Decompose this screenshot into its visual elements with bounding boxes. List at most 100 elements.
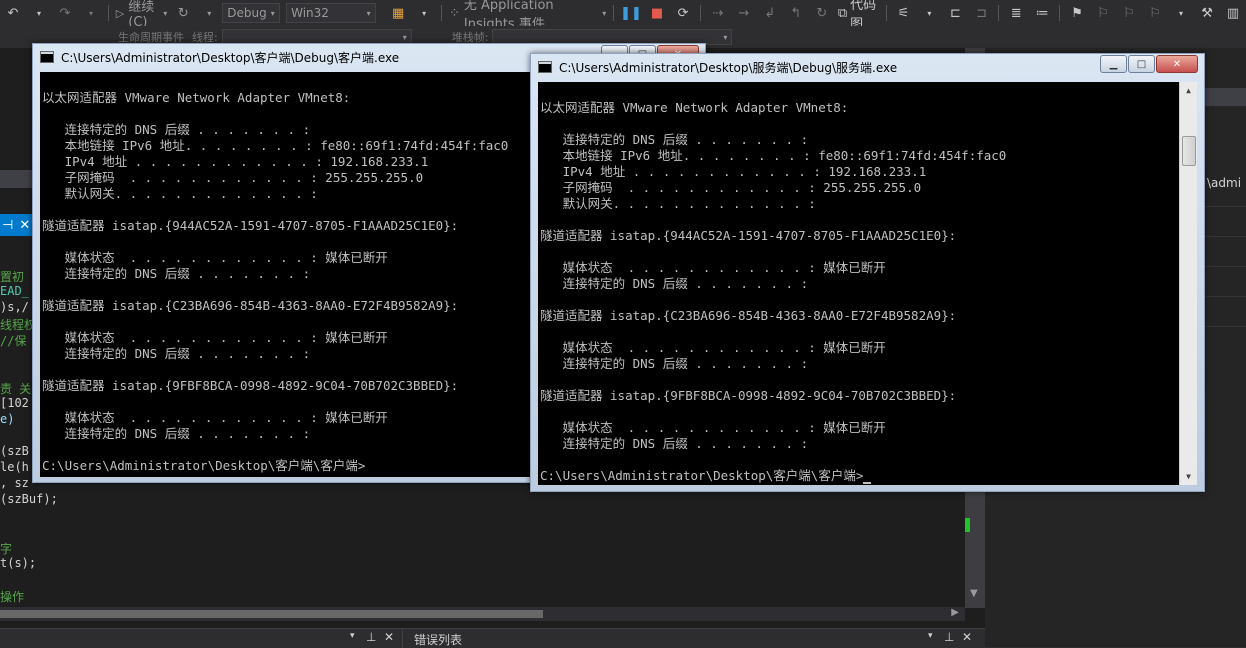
text-cursor	[863, 482, 872, 484]
chevron-down-icon: ▾	[366, 8, 371, 18]
console-line: 媒体状态 . . . . . . . . . . . . : 媒体已断开	[540, 260, 886, 275]
server-console-window[interactable]: C:\Users\Administrator\Desktop\服务端\Debug…	[530, 53, 1205, 492]
change-marker	[965, 518, 970, 532]
toolbar-separator	[1059, 5, 1061, 21]
pause-icon[interactable]: ❚❚	[618, 2, 644, 24]
panel-tab[interactable]	[1205, 88, 1246, 106]
chevron-down-icon[interactable]: ▾	[350, 631, 355, 641]
attach-process-icon[interactable]: ▦	[385, 2, 411, 24]
toolbar-separator	[885, 5, 887, 21]
editor-horizontal-scrollbar[interactable]: ▶	[0, 607, 965, 621]
refresh-dropdown-icon[interactable]: ▾	[196, 2, 222, 24]
more-icon[interactable]: ▥	[1220, 2, 1246, 24]
prev-bookmark-icon[interactable]: ⚐	[1090, 2, 1116, 24]
close-icon[interactable]: ✕	[384, 630, 394, 644]
panel-row	[1205, 326, 1246, 327]
breakpoint-settings-icon[interactable]: ⚟	[890, 2, 916, 24]
toolbar-separator	[700, 5, 701, 21]
console-text: 以太网适配器 VMware Network Adapter VMnet8: 连接…	[540, 84, 1006, 484]
pinned-tab[interactable]: ⊣ ✕	[0, 214, 36, 236]
tools-icon[interactable]: ⚒	[1194, 2, 1220, 24]
scroll-down-icon[interactable]: ▼	[970, 588, 978, 599]
scrollbar-thumb[interactable]	[0, 610, 543, 618]
toolbar-separator	[108, 5, 109, 21]
close-button[interactable]: ✕	[1156, 55, 1198, 73]
code-line: le(h	[0, 460, 29, 474]
next-bookmark-icon[interactable]: ⚐	[1116, 2, 1142, 24]
console-vertical-scrollbar[interactable]: ▲ ▼	[1179, 82, 1197, 485]
undo-icon[interactable]: ↶	[0, 2, 26, 24]
window-title: C:\Users\Administrator\Desktop\客户端\Debug…	[61, 50, 400, 65]
application-insights-button[interactable]: ⁘ 无 Application Insights 事件 ▾	[446, 0, 609, 32]
chevron-down-icon: ▾	[402, 32, 407, 42]
bookmark-icon[interactable]: ⚑	[1064, 2, 1090, 24]
chevron-down-icon: ▾	[270, 8, 275, 18]
console-line: 连接特定的 DNS 后缀 . . . . . . . :	[42, 266, 311, 281]
continue-button[interactable]: ▷ 继续(C) ▾	[113, 0, 170, 30]
scroll-right-icon[interactable]: ▶	[951, 607, 959, 618]
configuration-select[interactable]: Debug ▾	[222, 3, 280, 23]
console-line: 连接特定的 DNS 后缀 . . . . . . . :	[540, 132, 809, 147]
console-line: 连接特定的 DNS 后缀 . . . . . . . :	[540, 436, 809, 451]
redo-icon[interactable]: ↷	[52, 2, 78, 24]
align-left-icon[interactable]: ⊏	[942, 2, 968, 24]
pin-icon[interactable]: ⊣	[2, 218, 13, 233]
close-icon[interactable]: ✕	[19, 218, 30, 233]
code-line: t(s);	[0, 556, 37, 570]
minimize-button[interactable]: ▁	[1100, 55, 1127, 73]
console-line: C:\Users\Administrator\Desktop\客户端\客户端>	[540, 468, 1006, 484]
hot-reload-icon[interactable]: ↻	[809, 2, 835, 24]
window-controls: ▁ □ ✕	[1099, 55, 1198, 73]
scroll-down-icon[interactable]: ▼	[1180, 468, 1197, 485]
path-fragment: \admi	[1207, 176, 1242, 190]
breakpoint-dropdown-icon[interactable]: ▾	[916, 2, 942, 24]
step-over-icon[interactable]: →	[731, 2, 757, 24]
console-line: 媒体状态 . . . . . . . . . . . . : 媒体已断开	[42, 250, 388, 265]
console-line: 本地链接 IPv6 地址. . . . . . . . : fe80::69f1…	[540, 148, 1007, 163]
toolbar-separator	[441, 5, 442, 21]
play-icon: ▷	[115, 6, 125, 20]
platform-select[interactable]: Win32 ▾	[286, 3, 376, 23]
attach-dropdown-icon[interactable]: ▾	[411, 2, 437, 24]
close-icon[interactable]: ✕	[962, 630, 972, 644]
comment-icon[interactable]: ≣	[1003, 2, 1029, 24]
code-line: (szB	[0, 444, 29, 458]
console-output[interactable]: 以太网适配器 VMware Network Adapter VMnet8: 连接…	[538, 82, 1197, 485]
step-out-icon[interactable]: ↰	[783, 2, 809, 24]
error-list-tab[interactable]: 错误列表	[414, 631, 462, 648]
align-right-icon[interactable]: ⊐	[968, 2, 994, 24]
step-into-icon[interactable]: ↲	[757, 2, 783, 24]
stop-icon[interactable]: ■	[644, 2, 670, 24]
panel-row	[1205, 266, 1246, 267]
code-line: , sz	[0, 476, 29, 490]
console-line: 连接特定的 DNS 后缀 . . . . . . . :	[42, 346, 311, 361]
refresh-icon[interactable]: ↻	[170, 2, 196, 24]
pin-icon[interactable]: ⊥	[944, 630, 954, 644]
pin-icon[interactable]: ⊥	[366, 630, 376, 644]
scrollbar-thumb[interactable]	[1182, 136, 1196, 166]
uncomment-icon[interactable]: ≔	[1029, 2, 1055, 24]
console-line: 隧道适配器 isatap.{9FBF8BCA-0998-4892-9C04-70…	[42, 378, 459, 393]
restart-icon[interactable]: ⟳	[670, 2, 696, 24]
redo-dropdown-icon[interactable]: ▾	[78, 2, 104, 24]
clear-bookmarks-icon[interactable]: ⚐	[1142, 2, 1168, 24]
code-line: 操作	[0, 590, 25, 604]
chevron-down-icon[interactable]: ▾	[928, 631, 933, 641]
bookmark-dropdown-icon[interactable]: ▾	[1168, 2, 1194, 24]
undo-dropdown-icon[interactable]: ▾	[26, 2, 52, 24]
scroll-up-icon[interactable]: ▲	[1180, 82, 1197, 99]
console-line: 隧道适配器 isatap.{944AC52A-1591-4707-8705-F1…	[540, 228, 957, 243]
show-next-statement-icon[interactable]: ⇢	[705, 2, 731, 24]
maximize-button[interactable]: □	[1128, 55, 1155, 73]
code-map-button[interactable]: ⧉ 代码图	[835, 0, 882, 32]
panel-row	[1205, 296, 1246, 297]
